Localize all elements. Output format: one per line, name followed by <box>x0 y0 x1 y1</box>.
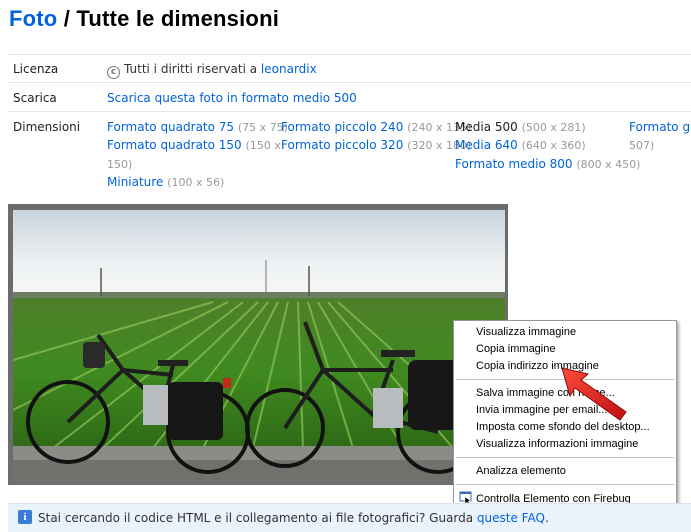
row-divider <box>8 54 691 55</box>
menu-separator <box>456 484 674 485</box>
info-text: Stai cercando il codice HTML e il colleg… <box>38 511 549 525</box>
menu-separator <box>456 457 674 458</box>
copyright-icon: c <box>107 66 120 79</box>
menu-item-view-image[interactable]: Visualizza immagine <box>476 326 576 338</box>
download-medium-500-link[interactable]: Scarica questa foto in formato medio 500 <box>107 91 357 105</box>
size-option-wrap: 507) <box>629 138 654 152</box>
size-dims: 150) <box>107 158 133 171</box>
license-label: Licenza <box>13 62 59 76</box>
faq-link[interactable]: queste FAQ <box>477 511 545 525</box>
size-option: Miniature (100 x 56) <box>107 175 224 189</box>
size-link-small-320[interactable]: Formato piccolo 320 <box>281 138 403 152</box>
size-option: Formato piccolo 320 (320 x 180) <box>281 138 471 152</box>
license-text: Tutti i diritti riservati a <box>124 62 261 76</box>
size-current-medium-500: Media 500 <box>455 120 518 134</box>
size-option: Formato quadrato 75 (75 x 75) <box>107 120 288 134</box>
page-title: Foto / Tutte le dimensioni <box>9 6 279 32</box>
size-dims: (640 x 360) <box>521 139 586 152</box>
size-option: Formato medio 800 (800 x 450) <box>455 157 640 171</box>
breadcrumb-foto-link[interactable]: Foto <box>9 6 57 31</box>
download-label: Scarica <box>13 91 57 105</box>
size-link-medium-800[interactable]: Formato medio 800 <box>455 157 573 171</box>
size-option: Formato piccolo 240 (240 x 135) <box>281 120 471 134</box>
menu-item-view-image-info[interactable]: Visualizza informazioni immagine <box>476 438 638 450</box>
info-end: . <box>544 511 549 525</box>
size-dims: 507) <box>629 139 655 152</box>
size-link-large[interactable]: Formato gra <box>629 120 691 134</box>
size-option: Media 640 (640 x 360) <box>455 138 586 152</box>
size-option-wrap: 150) <box>107 157 132 171</box>
page-heading: Tutte le dimensioni <box>76 6 280 31</box>
info-bar: i Stai cercando il codice HTML e il coll… <box>8 503 691 532</box>
info-message: Stai cercando il codice HTML e il colleg… <box>38 511 477 525</box>
size-link-thumbnail[interactable]: Miniature <box>107 175 163 189</box>
size-link-square-150[interactable]: Formato quadrato 150 <box>107 138 242 152</box>
size-option: Formato quadrato 150 (150 x <box>107 138 281 152</box>
menu-item-inspect-element[interactable]: Analizza elemento <box>476 465 566 477</box>
size-link-medium-640[interactable]: Media 640 <box>455 138 518 152</box>
license-value: c Tutti i diritti riservati a leonardix <box>107 62 317 79</box>
breadcrumb-separator: / <box>57 6 77 31</box>
size-dims: (100 x 56) <box>167 176 225 189</box>
photo-image[interactable] <box>13 210 505 484</box>
size-option-current: Media 500 (500 x 281) <box>455 120 586 134</box>
size-link-square-75[interactable]: Formato quadrato 75 <box>107 120 234 134</box>
author-link[interactable]: leonardix <box>261 62 317 76</box>
info-icon: i <box>18 510 32 524</box>
bicycles-field-photo <box>13 210 505 484</box>
dimensions-label: Dimensioni <box>13 120 81 134</box>
red-arrow-annotation <box>561 367 627 421</box>
menu-item-copy-image[interactable]: Copia immagine <box>476 343 555 355</box>
size-dims: (500 x 281) <box>521 121 586 134</box>
row-divider <box>8 82 691 83</box>
size-dims: (150 x <box>245 139 281 152</box>
size-link-small-240[interactable]: Formato piccolo 240 <box>281 120 403 134</box>
row-divider <box>8 111 691 112</box>
size-option: Formato gra <box>629 120 691 134</box>
size-dims: (800 x 450) <box>576 158 641 171</box>
